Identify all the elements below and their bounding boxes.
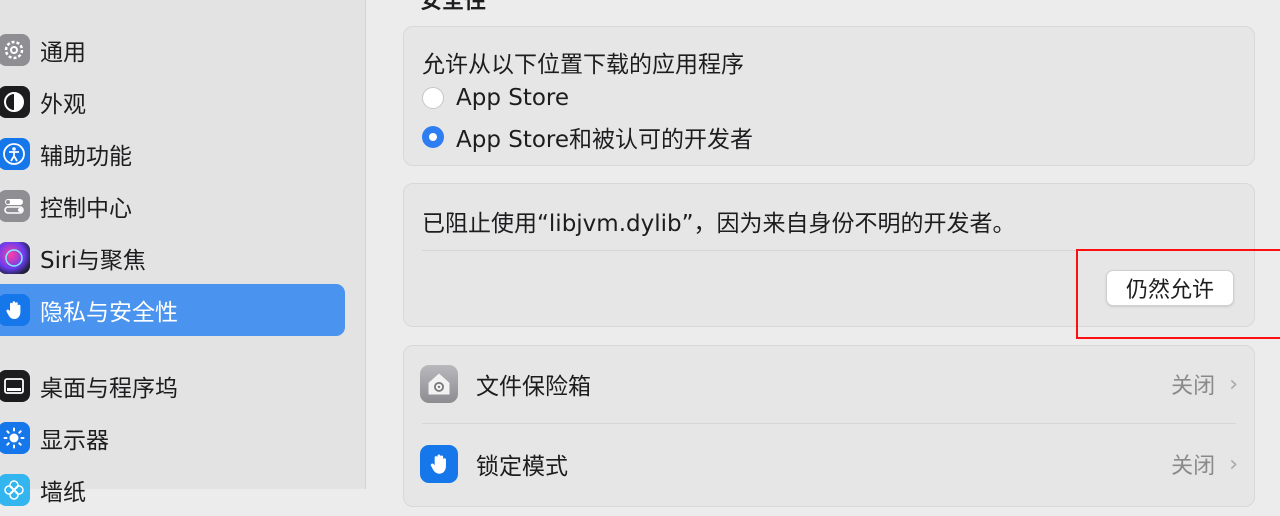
sidebar-item-label: 显示器	[40, 428, 109, 454]
sidebar-item-label: 通用	[40, 40, 86, 66]
gear-icon	[0, 34, 30, 66]
section-heading: 安全性	[420, 0, 487, 14]
dock-icon	[0, 370, 30, 402]
sidebar-item-accessibility[interactable]: 辅助功能	[0, 128, 345, 180]
sidebar-item-label: 控制中心	[40, 196, 132, 222]
download-source-card: 允许从以下位置下载的应用程序 App Store App Store和被认可的开…	[403, 26, 1255, 166]
control-center-icon	[0, 190, 30, 222]
sidebar-item-label: 辅助功能	[40, 144, 132, 170]
lockdown-hand-icon	[420, 445, 458, 483]
download-source-title: 允许从以下位置下载的应用程序	[422, 52, 744, 78]
sidebar-item-label: Siri与聚焦	[40, 248, 146, 274]
radio-label: App Store和被认可的开发者	[456, 127, 754, 153]
sidebar-item-wallpaper[interactable]: 墙纸	[0, 464, 345, 516]
appearance-icon	[0, 86, 30, 118]
sidebar: 通用 外观 辅助功能 控制中心 Siri与聚焦 隐私与安全性 桌面与程序坞 显示…	[0, 0, 366, 506]
chevron-right-icon: ›	[1229, 371, 1238, 397]
main-content: 安全性 允许从以下位置下载的应用程序 App Store App Store和被…	[366, 0, 1280, 507]
radio-app-store[interactable]: App Store	[422, 85, 569, 111]
accessibility-icon	[0, 138, 30, 170]
row-label: 锁定模式	[476, 454, 568, 480]
filevault-row[interactable]: 文件保险箱 关闭 ›	[420, 354, 1238, 414]
sidebar-item-label: 桌面与程序坞	[40, 376, 178, 402]
filevault-icon	[420, 365, 458, 403]
sidebar-item-label: 墙纸	[40, 480, 86, 506]
row-value: 关闭	[1171, 374, 1216, 399]
radio-button-selected[interactable]	[422, 126, 444, 148]
radio-label: App Store	[456, 85, 570, 111]
chevron-right-icon: ›	[1229, 451, 1238, 477]
security-settings-card: 文件保险箱 关闭 › 锁定模式 关闭 ›	[403, 345, 1255, 507]
sidebar-item-siri[interactable]: Siri与聚焦	[0, 232, 345, 284]
sidebar-item-label: 外观	[40, 92, 86, 118]
row-label: 文件保险箱	[476, 374, 591, 400]
sidebar-item-control-center[interactable]: 控制中心	[0, 180, 345, 232]
radio-button[interactable]	[422, 87, 444, 109]
radio-app-store-identified-developers[interactable]: App Store和被认可的开发者	[422, 120, 753, 154]
sidebar-item-privacy-security[interactable]: 隐私与安全性	[0, 284, 345, 336]
hand-icon	[0, 294, 30, 326]
annotation-highlight-box	[1076, 249, 1280, 339]
sidebar-item-appearance[interactable]: 外观	[0, 76, 345, 128]
sidebar-item-desktop-dock[interactable]: 桌面与程序坞	[0, 360, 345, 412]
lockdown-mode-row[interactable]: 锁定模式 关闭 ›	[420, 434, 1238, 494]
sidebar-item-displays[interactable]: 显示器	[0, 412, 345, 464]
sun-icon	[0, 422, 30, 454]
divider	[422, 423, 1236, 424]
blocked-message: 已阻止使用“libjvm.dylib”，因为来自身份不明的开发者。	[422, 211, 1016, 237]
row-value: 关闭	[1171, 454, 1216, 479]
siri-icon	[0, 242, 30, 274]
sidebar-item-label: 隐私与安全性	[40, 300, 178, 326]
sidebar-item-general[interactable]: 通用	[0, 24, 345, 76]
wallpaper-icon	[0, 474, 30, 506]
